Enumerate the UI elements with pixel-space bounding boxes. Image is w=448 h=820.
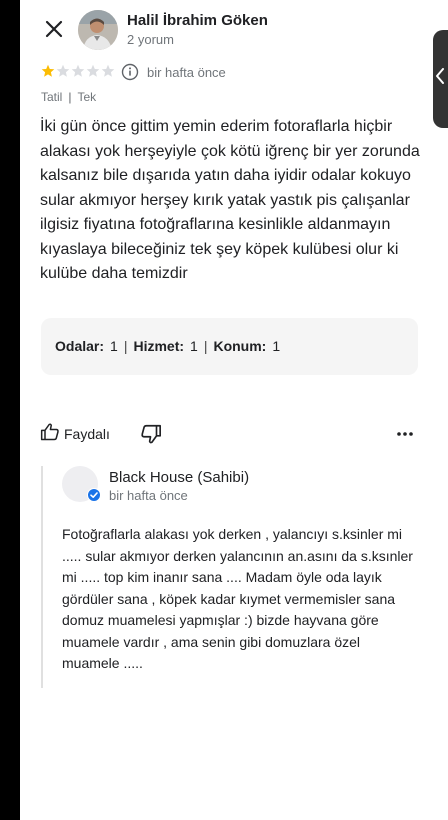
review-text: İki gün önce gittim yemin ederim fotoraf…: [40, 118, 420, 282]
owner-name: Black House (Sahibi): [109, 469, 250, 486]
score-service-value: 1: [190, 338, 198, 354]
review-header: Halil İbrahim Göken 2 yorum: [20, 10, 440, 50]
tag-trip-type: Tatil: [41, 90, 63, 104]
thumbs-down-icon[interactable]: [140, 423, 162, 445]
score-location-value: 1: [272, 338, 281, 354]
score-location-label: Konum:: [213, 338, 267, 354]
owner-response: Black House (Sahibi) bir hafta önce Foto…: [41, 466, 421, 688]
owner-reply-time: bir hafta önce: [109, 488, 188, 503]
author-review-count: 2 yorum: [127, 32, 174, 47]
review-detail-sheet: Halil İbrahim Göken 2 yorum bir hafta ön…: [20, 0, 440, 820]
side-panel-tab[interactable]: [433, 30, 448, 128]
star-empty-icon: [56, 64, 70, 77]
close-icon[interactable]: [42, 17, 66, 41]
star-rating: [41, 64, 115, 78]
star-empty-icon: [101, 64, 115, 77]
trip-tags: Tatil | Tek: [41, 90, 96, 104]
tag-traveler-type: Tek: [77, 90, 97, 104]
owner-reply-text: Fotoğraflarla alakası yok derken , yalan…: [62, 526, 413, 671]
author-name[interactable]: Halil İbrahim Göken: [127, 12, 268, 29]
rating-row: bir hafta önce: [41, 63, 421, 81]
score-rooms-value: 1: [110, 338, 118, 354]
review-time: bir hafta önce: [147, 65, 226, 80]
chevron-left-icon: [436, 68, 444, 84]
star-empty-icon: [86, 64, 100, 77]
star-filled-icon: [41, 64, 55, 77]
info-icon[interactable]: [121, 63, 139, 81]
score-separator: |: [203, 338, 208, 354]
score-rooms-label: Odalar:: [55, 338, 105, 354]
verified-badge-icon: [87, 488, 101, 502]
helpful-label: Faydalı: [64, 426, 110, 442]
score-separator: |: [123, 338, 128, 354]
review-actions: Faydalı: [40, 422, 420, 448]
category-scores: Odalar: 1 | Hizmet: 1 | Konum: 1: [41, 318, 418, 375]
author-avatar[interactable]: [78, 10, 118, 50]
score-service-label: Hizmet:: [133, 338, 185, 354]
more-options-icon[interactable]: [394, 424, 416, 444]
tag-separator: |: [68, 90, 72, 104]
thumbs-up-icon: [40, 422, 60, 447]
helpful-button[interactable]: Faydalı: [40, 422, 110, 446]
star-empty-icon: [71, 64, 85, 77]
